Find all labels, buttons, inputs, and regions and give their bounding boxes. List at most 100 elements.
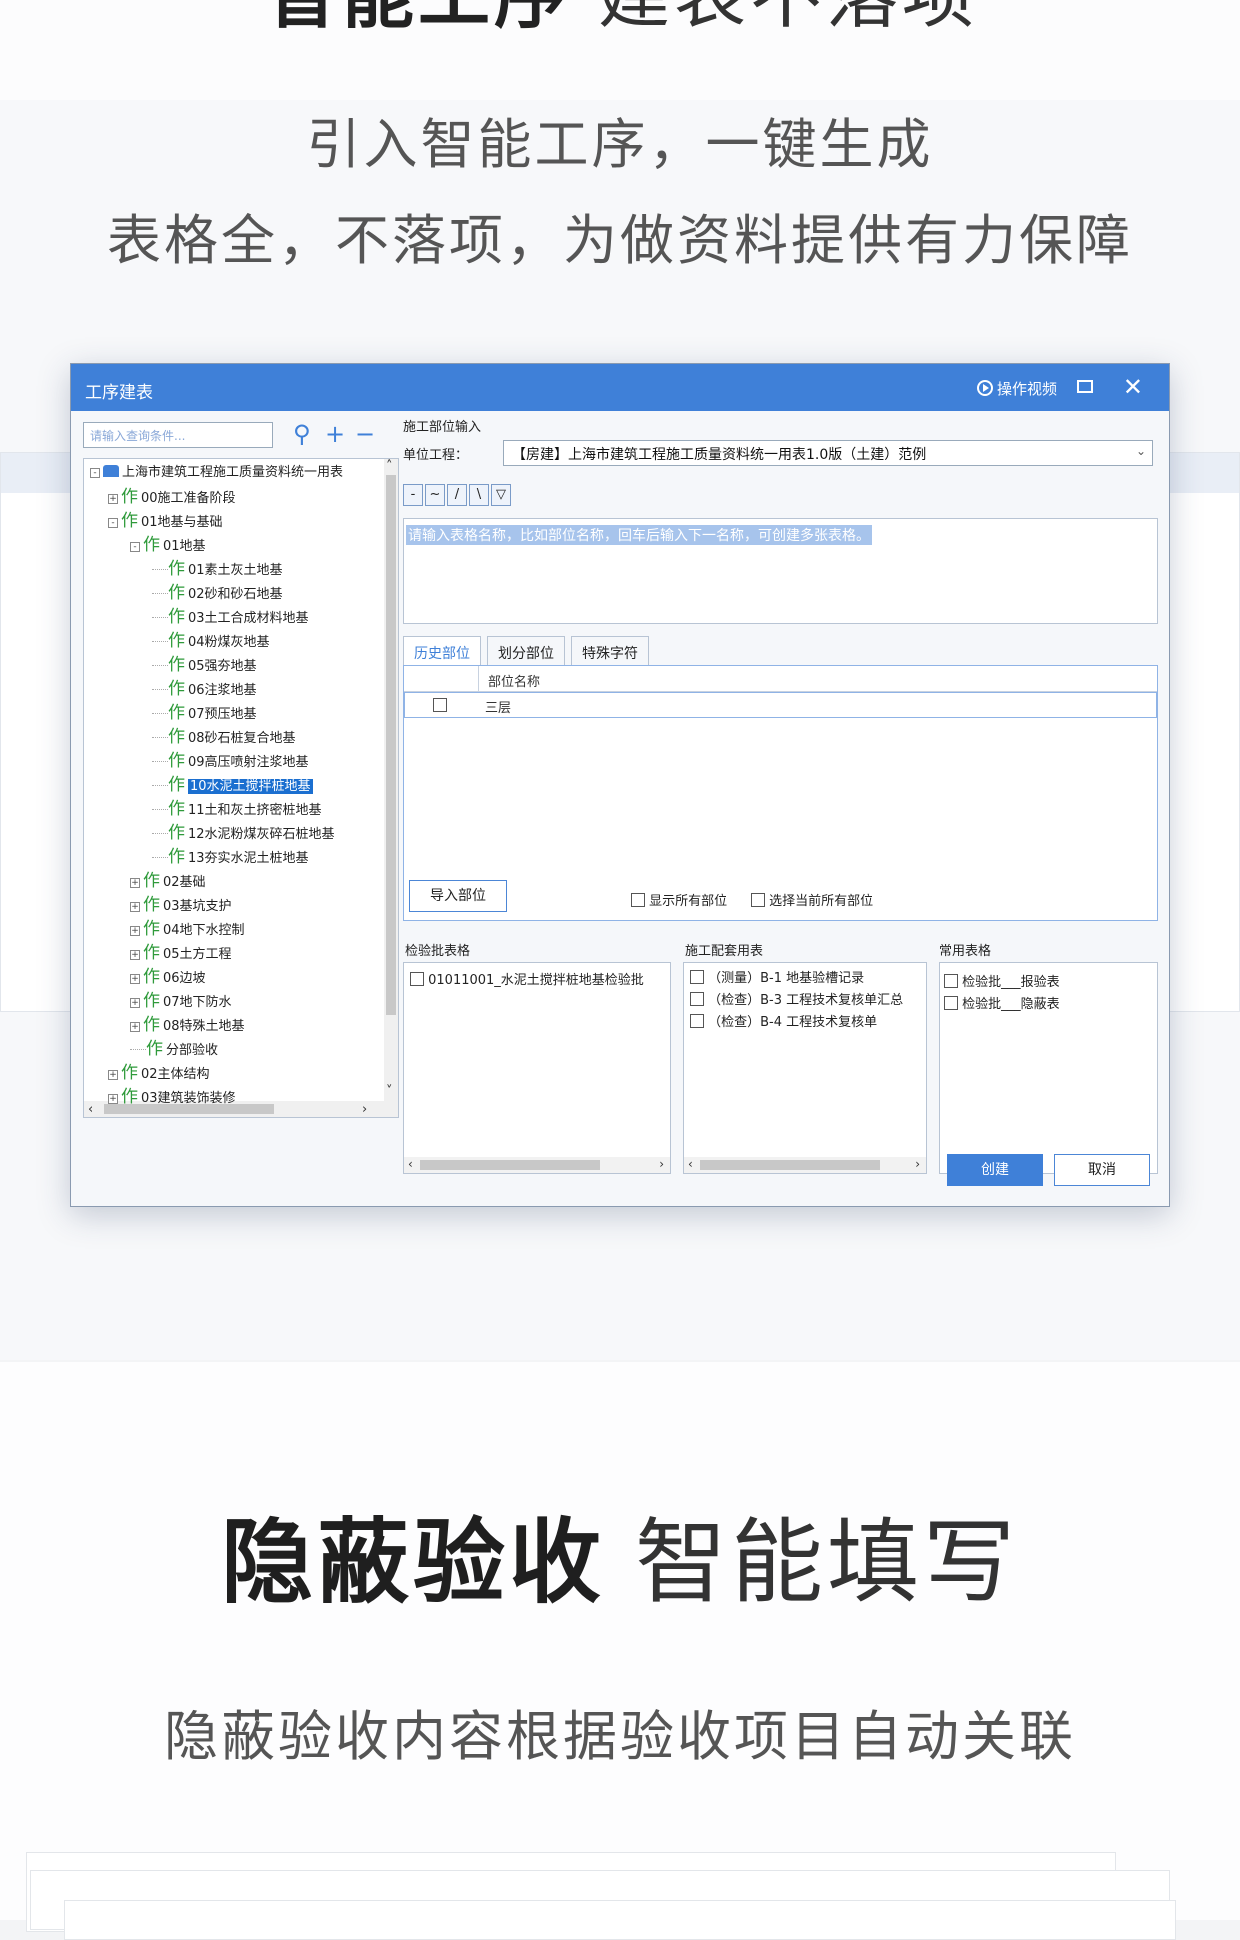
tree-item[interactable]: 作 09高压喷射注浆地基: [152, 749, 309, 773]
process-icon: 作: [143, 943, 160, 963]
tree-item[interactable]: 作 04粉煤灰地基: [152, 629, 270, 653]
title-rest: 智能填写: [635, 1509, 1020, 1616]
tree-item[interactable]: 作 08砂石桩复合地基: [152, 725, 296, 749]
scroll-right-icon[interactable]: ›: [659, 1157, 664, 1171]
tab-special-chars[interactable]: 特殊字符: [571, 636, 649, 666]
search-input[interactable]: 请输入查询条件...: [83, 422, 273, 448]
symbol-button-triangle[interactable]: ▽: [491, 484, 511, 506]
checkbox[interactable]: [690, 1014, 704, 1028]
tree-item[interactable]: 作分部验收: [130, 1037, 218, 1061]
plus-icon[interactable]: +: [325, 420, 345, 448]
create-button[interactable]: 创建: [947, 1154, 1043, 1186]
tree-item[interactable]: + 作 03建筑装饰装修: [108, 1085, 236, 1109]
checkbox[interactable]: [690, 970, 704, 984]
tree-vertical-scrollbar[interactable]: ˄ ˅: [384, 459, 398, 1117]
list-item[interactable]: 01011001_水泥土搅拌桩地基检验批: [410, 969, 644, 988]
expand-icon[interactable]: +: [130, 878, 140, 888]
list-item[interactable]: 检验批___报验表: [944, 971, 1060, 990]
tree-item[interactable]: - 作 01地基: [130, 533, 206, 557]
tree-item[interactable]: 作 11土和灰土挤密桩地基: [152, 797, 322, 821]
tree-item[interactable]: 作 07预压地基: [152, 701, 257, 725]
scroll-right-icon[interactable]: ›: [915, 1157, 920, 1171]
horizontal-scrollbar[interactable]: ‹ ›: [684, 1157, 926, 1173]
list-item[interactable]: （检查）B-3 工程技术复核单汇总: [690, 989, 903, 1008]
expand-icon[interactable]: +: [130, 998, 140, 1008]
tree-item[interactable]: 作 13夯实水泥土桩地基: [152, 845, 309, 869]
item-label: 01011001_水泥土搅拌桩地基检验批: [428, 973, 644, 988]
tree-item[interactable]: + 作 04地下水控制: [130, 917, 245, 941]
list-item[interactable]: （检查）B-4 工程技术复核单: [690, 1011, 877, 1030]
scroll-thumb[interactable]: [386, 475, 396, 1015]
import-location-button[interactable]: 导入部位: [409, 880, 507, 912]
tree-item[interactable]: + 作 05土方工程: [130, 941, 232, 965]
tree-item[interactable]: + 作 07地下防水: [130, 989, 232, 1013]
tab-divided[interactable]: 划分部位: [487, 636, 565, 666]
scroll-thumb[interactable]: [700, 1160, 880, 1170]
checkbox[interactable]: [751, 893, 765, 907]
tree-item[interactable]: 作 06注浆地基: [152, 677, 257, 701]
symbol-button-tilde[interactable]: ~: [425, 484, 445, 506]
scroll-thumb[interactable]: [420, 1160, 600, 1170]
scroll-right-icon[interactable]: ›: [362, 1102, 367, 1117]
tree-item[interactable]: 作 10水泥土搅拌桩地基: [152, 773, 313, 797]
checkbox[interactable]: [631, 893, 645, 907]
scroll-down-icon[interactable]: ˅: [386, 1084, 393, 1099]
collapse-icon[interactable]: -: [108, 518, 118, 528]
symbol-button-backslash[interactable]: \: [469, 484, 489, 506]
tree-item[interactable]: + 作 00施工准备阶段: [108, 485, 236, 509]
tree-item[interactable]: 作 03土工合成材料地基: [152, 605, 309, 629]
scroll-up-icon[interactable]: ˄: [386, 459, 393, 474]
expand-icon[interactable]: +: [130, 926, 140, 936]
tree-item[interactable]: 作 05强夯地基: [152, 653, 257, 677]
expand-icon[interactable]: +: [130, 902, 140, 912]
tree-item[interactable]: 作 12水泥粉煤灰碎石桩地基: [152, 821, 335, 845]
maximize-icon[interactable]: [1077, 380, 1093, 393]
expand-icon[interactable]: +: [108, 1070, 118, 1080]
minus-icon[interactable]: −: [355, 420, 375, 448]
table-row[interactable]: 三层: [404, 692, 1157, 718]
collapse-icon[interactable]: -: [130, 542, 140, 552]
tree-item[interactable]: + 作 02基础: [130, 869, 206, 893]
table-name-input[interactable]: 请输入表格名称，比如部位名称，回车后输入下一名称，可创建多张表格。: [403, 518, 1158, 624]
tab-history[interactable]: 历史部位: [403, 636, 481, 666]
select-all-option[interactable]: 选择当前所有部位: [751, 890, 873, 909]
scroll-left-icon[interactable]: ‹: [408, 1157, 413, 1171]
list-item[interactable]: （测量）B-1 地基验槽记录: [690, 967, 864, 986]
checkbox[interactable]: [944, 996, 958, 1010]
collapse-icon[interactable]: -: [90, 468, 100, 478]
video-button[interactable]: 操作视频: [976, 378, 1057, 399]
checkbox[interactable]: [410, 972, 424, 986]
expand-icon[interactable]: +: [130, 1022, 140, 1032]
tree-item[interactable]: 作 01素土灰土地基: [152, 557, 283, 581]
tree-item[interactable]: + 作 02主体结构: [108, 1061, 210, 1085]
show-all-option[interactable]: 显示所有部位: [631, 890, 727, 909]
row-checkbox[interactable]: [433, 698, 447, 712]
scroll-left-icon[interactable]: ‹: [88, 1102, 93, 1117]
tree-connector: [152, 737, 168, 738]
close-icon[interactable]: ✕: [1123, 372, 1143, 402]
tree-item[interactable]: - 作 01地基与基础: [108, 509, 223, 533]
item-label: （测量）B-1 地基验槽记录: [708, 971, 865, 986]
expand-icon[interactable]: +: [108, 494, 118, 504]
tree-item-label: 01地基与基础: [141, 515, 223, 530]
checkbox[interactable]: [690, 992, 704, 1006]
tree-item[interactable]: - 上海市建筑工程施工质量资料统一用表: [90, 461, 343, 485]
tree-item[interactable]: + 作 06边坡: [130, 965, 206, 989]
horizontal-scrollbar[interactable]: ‹ ›: [404, 1157, 670, 1173]
list-item[interactable]: 检验批___隐蔽表: [944, 993, 1060, 1012]
expand-icon[interactable]: +: [108, 1094, 118, 1104]
search-icon[interactable]: ⚲: [293, 420, 311, 448]
tree-item[interactable]: + 作 08特殊土地基: [130, 1013, 245, 1037]
symbol-button-dash[interactable]: -: [403, 484, 423, 506]
cancel-button[interactable]: 取消: [1054, 1154, 1150, 1186]
item-label: （检查）B-4 工程技术复核单: [708, 1015, 878, 1030]
tree-item[interactable]: + 作 03基坑支护: [130, 893, 232, 917]
expand-icon[interactable]: +: [130, 974, 140, 984]
tree-item[interactable]: 作 02砂和砂石地基: [152, 581, 283, 605]
symbol-button-slash[interactable]: /: [447, 484, 467, 506]
scroll-left-icon[interactable]: ‹: [688, 1157, 693, 1171]
checkbox[interactable]: [944, 974, 958, 988]
tree-item-label: 08特殊土地基: [163, 1019, 245, 1034]
unit-select[interactable]: 【房建】上海市建筑工程施工质量资料统一用表1.0版（土建）范例 ⌄: [503, 440, 1153, 466]
expand-icon[interactable]: +: [130, 950, 140, 960]
